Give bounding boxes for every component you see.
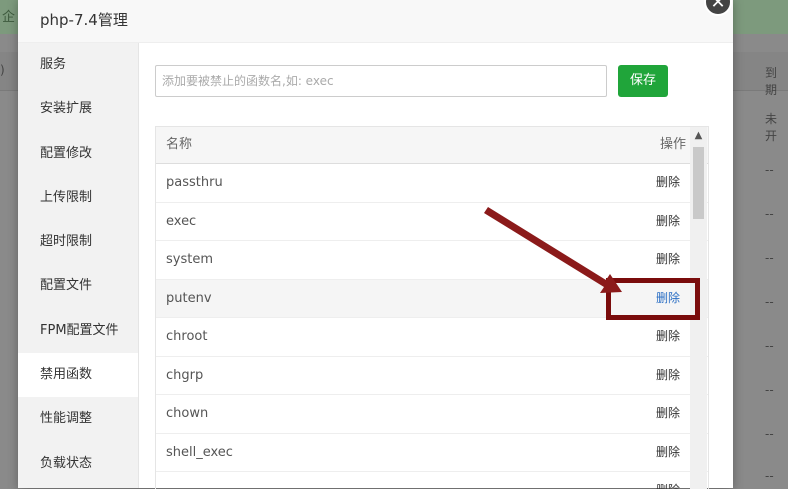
- sidebar-item-timeout-limit[interactable]: 超时限制: [18, 220, 138, 264]
- save-button[interactable]: 保存: [618, 65, 668, 97]
- background-right-column: 到期 未开 -- -- -- -- -- -- -- --: [755, 0, 788, 483]
- function-name-input[interactable]: [155, 65, 607, 97]
- disabled-functions-panel: 保存 名称 操作 passthru 删除 exec 删除 system 删除 p…: [155, 43, 730, 489]
- background-cell: --: [765, 427, 774, 441]
- table-row: passthru 删除: [156, 164, 708, 203]
- background-cell: --: [765, 207, 774, 221]
- table-row: shell_exec 删除: [156, 434, 708, 472]
- sidebar-item-upload-limit[interactable]: 上传限制: [18, 176, 138, 220]
- background-cell: --: [765, 295, 774, 309]
- background-expiry-cell: 未开: [765, 112, 778, 143]
- background-top-text: 企: [2, 10, 16, 25]
- function-name: shell_exec: [166, 444, 233, 460]
- function-name: putenv: [166, 290, 212, 306]
- delete-link[interactable]: 删除: [656, 318, 680, 355]
- sidebar-item-disabled-functions[interactable]: 禁用函数: [18, 353, 138, 398]
- scroll-thumb[interactable]: [693, 147, 704, 219]
- sidebar-item-config-edit[interactable]: 配置修改: [18, 132, 138, 176]
- delete-link[interactable]: 删除: [656, 241, 680, 278]
- table-row: system 删除: [156, 241, 708, 280]
- php-manager-modal: php-7.4管理 服务 安装扩展 配置修改 上传限制 超时限制 配置文件 FP…: [18, 0, 733, 489]
- function-name: exec: [166, 213, 197, 229]
- sidebar-item-config-file[interactable]: 配置文件: [18, 264, 138, 308]
- function-name: chgrp: [166, 367, 204, 383]
- background-cell: --: [765, 383, 774, 397]
- sidebar-item-performance-tuning[interactable]: 性能调整: [18, 397, 138, 441]
- modal-sidebar: 服务 安装扩展 配置修改 上传限制 超时限制 配置文件 FPM配置文件 禁用函数…: [18, 43, 139, 488]
- table-row: exec 删除: [156, 203, 708, 241]
- delete-link[interactable]: 删除: [656, 434, 680, 471]
- sidebar-item-install-extension[interactable]: 安装扩展: [18, 87, 138, 131]
- background-cell: --: [765, 251, 774, 265]
- table-row: chroot 删除: [156, 318, 708, 357]
- delete-link[interactable]: 删除: [656, 164, 680, 201]
- function-name: chroot: [166, 329, 208, 344]
- background-expiry-header: 到期: [765, 66, 778, 97]
- table-header: 名称 操作: [156, 127, 708, 164]
- background-left-mark: ): [0, 63, 5, 77]
- delete-link[interactable]: 删除: [656, 395, 680, 432]
- column-header-name: 名称: [166, 137, 193, 152]
- modal-title: php-7.4管理: [18, 0, 733, 43]
- annotation-highlight-box: [606, 278, 700, 320]
- function-name: chown: [166, 406, 209, 421]
- function-name: system: [166, 252, 213, 267]
- sidebar-item-service[interactable]: 服务: [18, 43, 138, 87]
- delete-link[interactable]: 删除: [656, 203, 680, 240]
- sidebar-item-fpm-config-file[interactable]: FPM配置文件: [18, 309, 138, 353]
- sidebar-item-load-status[interactable]: 负载状态: [18, 442, 138, 486]
- scroll-up-arrow-icon[interactable]: ▲: [690, 127, 707, 144]
- delete-link[interactable]: 删除: [656, 357, 680, 394]
- table-row: chgrp 删除: [156, 357, 708, 395]
- table-row: chown 删除: [156, 395, 708, 434]
- background-cell: --: [765, 339, 774, 353]
- column-header-action: 操作: [659, 137, 686, 152]
- function-name: passthru: [166, 175, 223, 190]
- background-cell: --: [765, 163, 774, 177]
